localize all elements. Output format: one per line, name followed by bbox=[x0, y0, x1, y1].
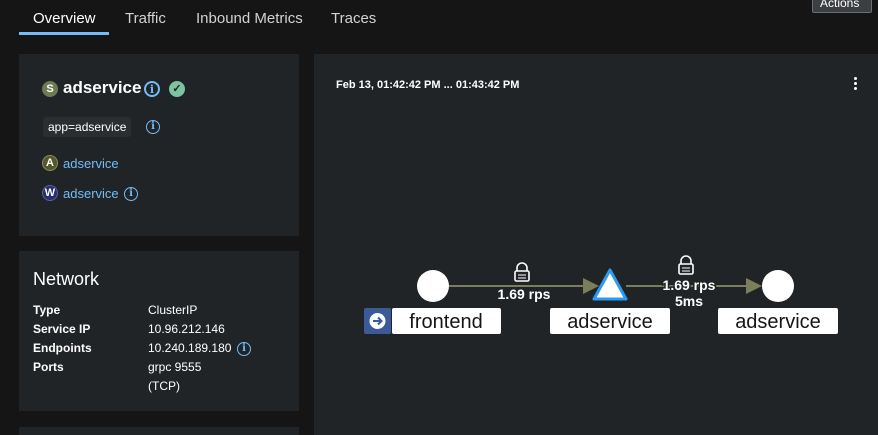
edge-latency-label: 5ms bbox=[675, 293, 703, 309]
node-label-text: adservice bbox=[735, 311, 821, 333]
edge-rate-label: 1.69 rps bbox=[663, 277, 716, 293]
tab-traffic[interactable]: Traffic bbox=[125, 10, 166, 27]
tab-bar: Overview Traffic Inbound Metrics Traces … bbox=[0, 0, 878, 36]
service-ip-value: 10.96.212.146 bbox=[148, 322, 225, 336]
endpoints-value: 10.240.189.180 bbox=[148, 341, 232, 355]
type-label: Type bbox=[33, 303, 61, 317]
node-label-adservice-service[interactable]: adservice bbox=[550, 308, 670, 334]
node-adservice-service[interactable] bbox=[592, 268, 628, 301]
type-value: ClusterIP bbox=[148, 303, 198, 317]
node-adservice-workload[interactable] bbox=[762, 270, 794, 302]
node-label-frontend[interactable]: frontend bbox=[364, 308, 501, 334]
label-info-icon[interactable]: i bbox=[146, 120, 160, 134]
info-icon[interactable]: i bbox=[144, 81, 160, 97]
endpoints-label: Endpoints bbox=[33, 341, 92, 355]
graph-panel: Feb 13, 01:42:42 PM ... 01:43:42 PM 1.69… bbox=[314, 54, 878, 435]
endpoints-info-icon[interactable]: i bbox=[237, 342, 251, 356]
tab-overview[interactable]: Overview bbox=[33, 10, 96, 27]
workload-badge-icon: W bbox=[42, 185, 58, 201]
active-tab-indicator bbox=[19, 32, 109, 35]
workload-link[interactable]: adservice bbox=[63, 186, 119, 201]
service-badge-icon: S bbox=[42, 81, 58, 97]
ports-value: grpc 9555 bbox=[148, 360, 202, 374]
service-name: adservice bbox=[63, 78, 142, 97]
lock-icon bbox=[514, 262, 530, 282]
service-card: S adservice i ✓ app=adservice i A adserv… bbox=[19, 54, 299, 236]
service-label-chip: app=adservice bbox=[43, 117, 132, 137]
edge-rate-label: 1.69 rps bbox=[498, 286, 551, 302]
network-title: Network bbox=[33, 269, 100, 289]
lock-icon bbox=[678, 255, 694, 275]
app-link[interactable]: adservice bbox=[63, 156, 119, 171]
bottom-card bbox=[19, 427, 299, 435]
node-label-text: frontend bbox=[409, 311, 482, 333]
tab-inbound-metrics[interactable]: Inbound Metrics bbox=[196, 10, 303, 27]
network-card: Network Type ClusterIP Service IP 10.96.… bbox=[19, 251, 299, 411]
ports-protocol: (TCP) bbox=[148, 379, 180, 393]
ports-label: Ports bbox=[33, 360, 64, 374]
app-badge-icon: A bbox=[42, 155, 58, 171]
tab-traces[interactable]: Traces bbox=[331, 10, 376, 27]
traffic-graph: 1.69 rps 1.69 rps 5ms frontend adservice… bbox=[364, 255, 838, 334]
node-frontend[interactable] bbox=[417, 270, 449, 302]
service-ip-label: Service IP bbox=[33, 322, 91, 336]
workload-info-icon[interactable]: i bbox=[124, 187, 138, 201]
actions-button[interactable]: Actions bbox=[812, 0, 872, 13]
node-label-text: adservice bbox=[567, 311, 653, 333]
node-label-adservice-workload[interactable]: adservice bbox=[718, 308, 838, 334]
check-circle-icon: ✓ bbox=[169, 81, 185, 97]
